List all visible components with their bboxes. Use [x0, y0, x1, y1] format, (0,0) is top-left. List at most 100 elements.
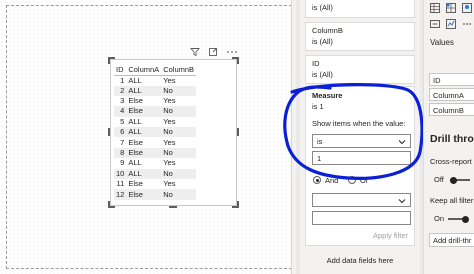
column-header-id[interactable]: ID	[114, 64, 127, 76]
visual-header	[190, 46, 238, 58]
filter-card-value: is (All)	[312, 3, 333, 12]
toggle-knob[interactable]	[462, 215, 469, 223]
field-well-columna[interactable]: ColumnA	[429, 88, 474, 101]
drill-through-title: Drill thro	[430, 133, 474, 145]
cell-id: 3	[120, 96, 125, 106]
table-row[interactable]: 12 Else No	[114, 189, 197, 200]
cell-columna: Else	[126, 147, 162, 159]
operand-input[interactable]: 1	[312, 151, 411, 165]
filter-card-measure[interactable]: Measure is 1 Show items when the value: …	[305, 86, 415, 246]
operator-value: is	[317, 137, 323, 146]
field-label: ID	[433, 76, 441, 85]
filter-card-title: Measure	[312, 91, 343, 100]
field-label: ColumnB	[433, 106, 464, 115]
cell-columna: Else	[128, 137, 143, 147]
cell-id: 2	[114, 85, 127, 96]
visual-map-icon[interactable]	[462, 3, 472, 13]
visual-matrix-icon[interactable]	[446, 3, 456, 13]
table-row[interactable]: 8 Else No	[114, 147, 197, 159]
filter-card[interactable]: is (All)	[305, 0, 415, 18]
cell-columnb: Yes	[163, 75, 176, 85]
cell-columnb: No	[161, 127, 197, 138]
cell-columna: Else	[128, 96, 143, 106]
visual-card-icon[interactable]	[430, 19, 440, 29]
visual-table-icon[interactable]	[430, 3, 440, 13]
cell-columnb: Yes	[163, 116, 176, 126]
data-table: ID ColumnA ColumnB 1 ALL Yes 2 ALL No 3 Else Yes…	[114, 64, 197, 200]
add-data-fields-dropzone[interactable]: Add data fields here	[300, 256, 420, 265]
table-row[interactable]: 2 ALL No	[114, 85, 197, 96]
second-operand-input[interactable]	[312, 211, 411, 225]
resize-handle[interactable]	[232, 57, 239, 64]
table-visual[interactable]: ID ColumnA ColumnB 1 ALL Yes 2 ALL No 3 Else Yes…	[108, 57, 239, 208]
chevron-down-icon	[398, 138, 406, 147]
filter-card-value: is (All)	[312, 37, 333, 46]
resize-handle[interactable]	[237, 128, 239, 136]
resize-handle[interactable]	[108, 57, 115, 64]
resize-handle[interactable]	[232, 201, 239, 208]
cell-id: 10	[114, 168, 127, 180]
cell-columnb: No	[161, 106, 197, 117]
cell-columna: ALL	[126, 85, 162, 96]
resize-handle[interactable]	[108, 201, 115, 208]
resize-handle[interactable]	[108, 128, 110, 136]
cell-id: 12	[114, 189, 127, 200]
second-operator-dropdown[interactable]	[312, 193, 411, 207]
filter-card-title: ID	[312, 59, 320, 68]
field-well-id[interactable]: ID	[429, 73, 474, 86]
table-row[interactable]: 10 ALL No	[114, 168, 197, 180]
or-label: Or	[360, 176, 369, 185]
table-row[interactable]: 11 Else Yes	[114, 179, 196, 189]
add-drill-through-label: Add drill-thr	[433, 236, 472, 245]
cell-id: 1	[120, 75, 125, 85]
add-drill-through-field[interactable]: Add drill-thr	[429, 233, 474, 247]
and-radio[interactable]	[313, 176, 321, 184]
cell-columnb: No	[161, 168, 197, 180]
table-row[interactable]: 5 ALL Yes	[114, 117, 196, 127]
operand-value: 1	[317, 154, 322, 163]
cell-id: 6	[114, 127, 127, 138]
visual-python-icon[interactable]	[446, 19, 456, 29]
cell-columna: Else	[126, 189, 162, 200]
more-options-icon[interactable]	[226, 47, 238, 57]
cross-report-off-label: Off	[434, 175, 444, 184]
table-row[interactable]: 7 Else Yes	[114, 137, 196, 147]
filter-icon[interactable]	[190, 47, 200, 57]
cell-columna: ALL	[128, 75, 142, 85]
cell-columna: Else	[126, 106, 162, 117]
toggle-knob[interactable]	[450, 176, 457, 184]
or-radio[interactable]	[348, 176, 356, 184]
filter-card-value: is (All)	[312, 70, 333, 79]
filter-card-columnb[interactable]: ColumnB is (All)	[305, 22, 415, 51]
table-header-row: ID ColumnA ColumnB	[114, 64, 197, 76]
table-row[interactable]: 9 ALL Yes	[114, 158, 196, 168]
table-row[interactable]: 6 ALL No	[114, 127, 197, 138]
cell-id: 9	[120, 158, 125, 168]
canvas-scroll-strip[interactable]	[291, 0, 296, 274]
cell-columnb: Yes	[163, 179, 176, 189]
filter-card-title: ColumnB	[312, 26, 343, 35]
table-row[interactable]: 3 Else Yes	[114, 96, 196, 106]
report-canvas[interactable]: ID ColumnA ColumnB 1 ALL Yes 2 ALL No 3 Else Yes…	[0, 0, 296, 274]
table-row[interactable]: 4 Else No	[114, 106, 197, 117]
filter-card-id[interactable]: ID is (All)	[305, 55, 415, 84]
cell-columnb: Yes	[163, 96, 176, 106]
cell-columna: ALL	[126, 168, 162, 180]
cross-report-label: Cross-report	[430, 157, 472, 166]
cell-columnb: No	[161, 189, 197, 200]
chevron-down-icon	[398, 197, 406, 206]
table-row[interactable]: 1 ALL Yes	[114, 75, 196, 86]
cell-id: 11	[116, 179, 125, 189]
operator-dropdown[interactable]: is	[312, 134, 411, 148]
visualizations-pane: Values ID ColumnA ColumnB Drill thro Cro…	[423, 0, 474, 274]
filter-card-value: is 1	[312, 102, 324, 111]
resize-handle[interactable]	[169, 206, 177, 208]
and-label: And	[325, 176, 339, 185]
focus-mode-icon[interactable]	[208, 47, 218, 57]
apply-filter-button[interactable]: Apply filter	[373, 231, 408, 240]
column-header-columnb[interactable]: ColumnB	[161, 64, 197, 76]
field-well-columnb[interactable]: ColumnB	[429, 103, 474, 116]
values-label: Values	[430, 38, 454, 47]
column-header-columna[interactable]: ColumnA	[126, 64, 162, 76]
visual-more-icon[interactable]	[462, 19, 472, 29]
